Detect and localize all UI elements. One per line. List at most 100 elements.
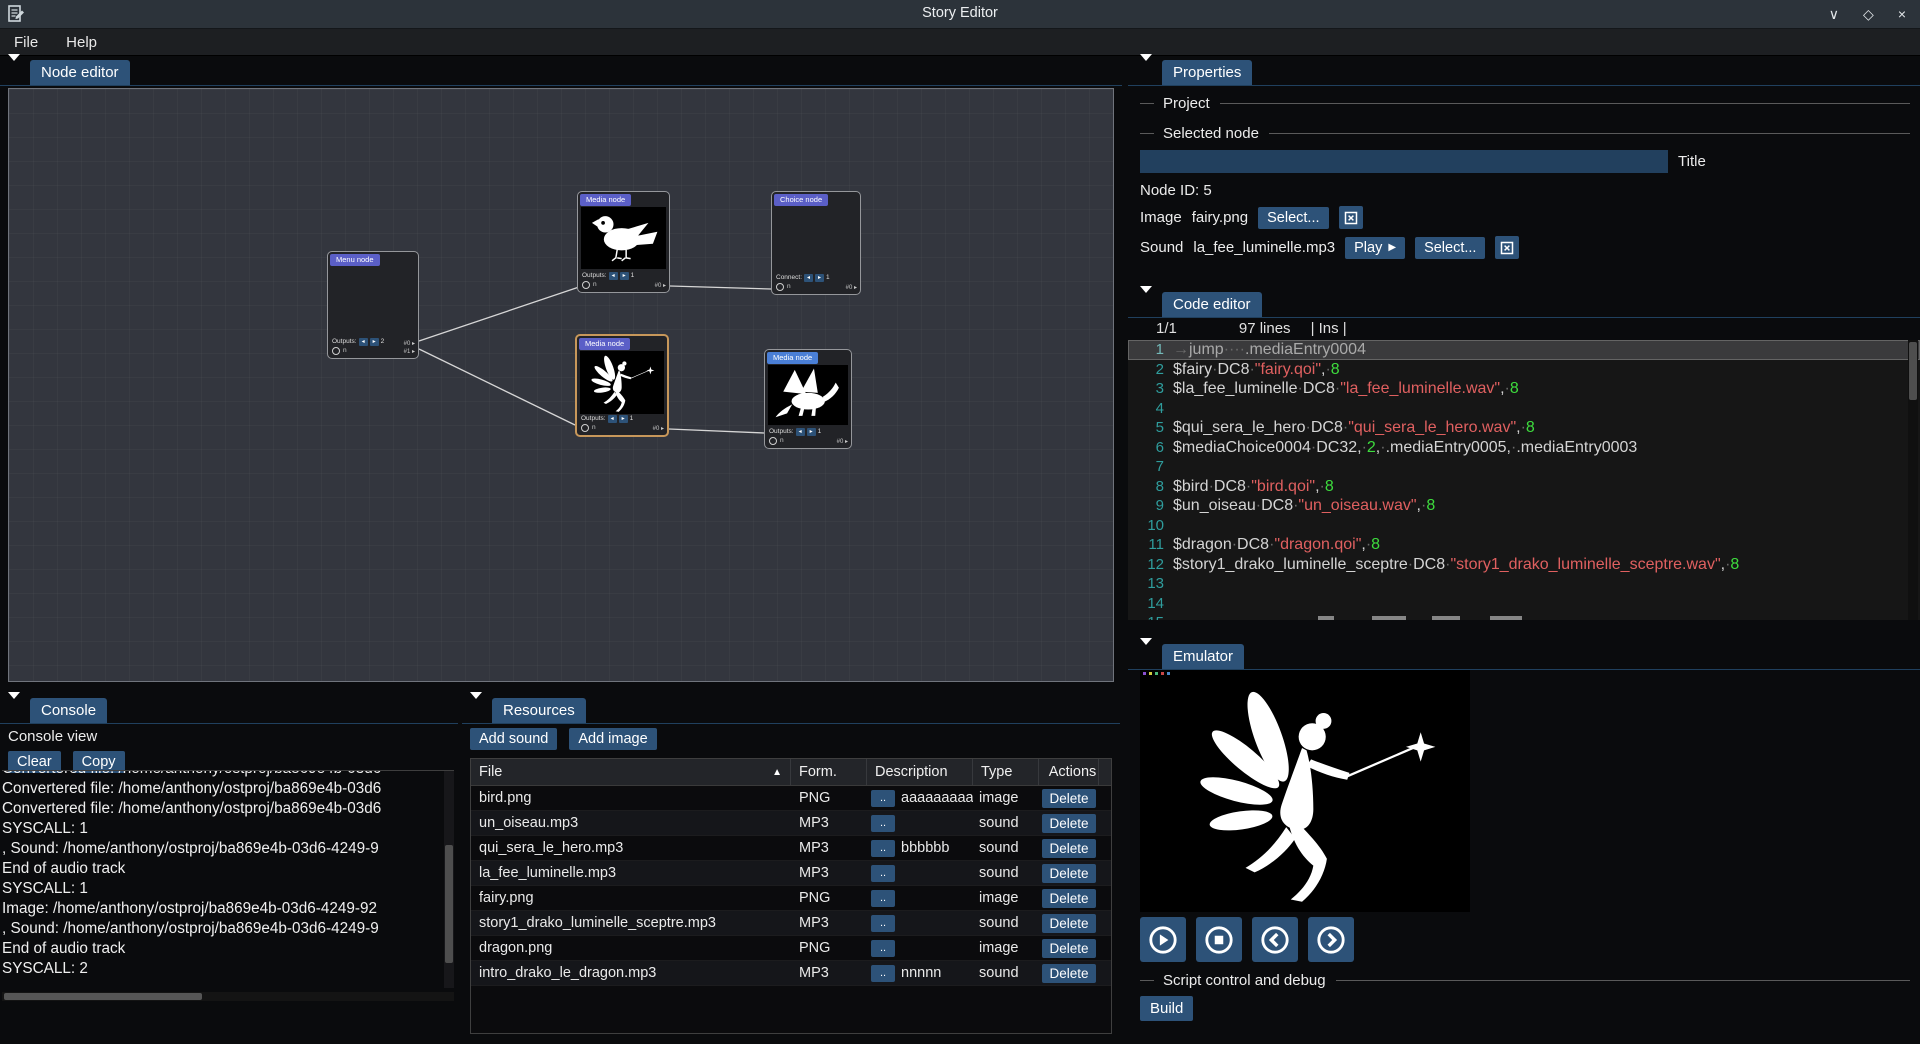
delete-button[interactable]: Delete — [1042, 914, 1095, 933]
resource-row[interactable]: la_fee_luminelle.mp3MP3..soundDelete — [471, 861, 1111, 886]
media-node-fairy[interactable]: Media nodeOutputs:◂▸1n#0 ▸ — [575, 334, 669, 437]
image-clear-button[interactable] — [1339, 206, 1363, 229]
edit-description-button[interactable]: .. — [871, 940, 895, 957]
code-line[interactable]: 1→jump····.mediaEntry0004 — [1128, 340, 1920, 360]
output-pin[interactable]: #0 ▸ — [837, 438, 848, 446]
choice-node[interactable]: Choice nodeConnect:◂▸1n#0 ▸ — [771, 191, 861, 295]
column-header-form[interactable]: Form. — [791, 759, 867, 785]
tab-code-editor[interactable]: Code editor — [1162, 292, 1262, 318]
output-pin[interactable]: #0 ▸ — [655, 282, 666, 290]
collapse-icon[interactable] — [1140, 645, 1153, 663]
code-line[interactable]: 13 — [1128, 574, 1920, 594]
column-header-description[interactable]: Description — [867, 759, 973, 785]
code-line[interactable]: 9$un_oiseau·DC8·"un_oiseau.wav",·8 — [1128, 496, 1920, 516]
output-pin[interactable]: #1 ▸ — [404, 348, 415, 356]
code-editor-scrollbar[interactable] — [1908, 340, 1918, 620]
resource-row[interactable]: intro_drako_le_dragon.mp3MP3..nnnnnsound… — [471, 961, 1111, 986]
delete-button[interactable]: Delete — [1042, 814, 1095, 833]
increment-output-button[interactable]: ▸ — [807, 428, 816, 436]
increment-output-button[interactable]: ▸ — [370, 338, 379, 346]
titlebar[interactable]: Story Editor ∨◇× — [0, 0, 1920, 29]
maximize-window-button[interactable]: ◇ — [1863, 7, 1874, 21]
edit-description-button[interactable]: .. — [871, 865, 895, 882]
code-line[interactable]: 10 — [1128, 516, 1920, 536]
loop-toggle-icon[interactable] — [332, 347, 340, 355]
delete-button[interactable]: Delete — [1042, 789, 1095, 808]
increment-output-button[interactable]: ▸ — [815, 274, 824, 282]
decrement-output-button[interactable]: ◂ — [359, 338, 368, 346]
collapse-icon[interactable] — [1140, 61, 1153, 79]
code-line[interactable]: 4 — [1128, 399, 1920, 419]
delete-button[interactable]: Delete — [1042, 839, 1095, 858]
tab-emulator[interactable]: Emulator — [1162, 644, 1244, 670]
code-line[interactable]: 15 — [1128, 613, 1920, 620]
build-button[interactable]: Build — [1140, 996, 1193, 1021]
collapse-icon[interactable] — [470, 699, 483, 717]
console-hscrollbar[interactable] — [2, 992, 454, 1001]
scrollbar-thumb[interactable] — [4, 993, 202, 1000]
tab-properties[interactable]: Properties — [1162, 60, 1252, 86]
image-select-button[interactable]: Select... — [1258, 207, 1328, 229]
sound-play-button[interactable]: Play▶ — [1345, 237, 1405, 259]
menu-item-help[interactable]: Help — [66, 34, 97, 51]
scrollbar-thumb[interactable] — [445, 845, 453, 963]
menu-node[interactable]: Menu nodeOutputs:◂▸2n#0 ▸#1 ▸ — [327, 251, 419, 359]
resource-row[interactable]: dragon.pngPNG..imageDelete — [471, 936, 1111, 961]
loop-toggle-icon[interactable] — [769, 437, 777, 445]
add-sound-button[interactable]: Add sound — [470, 728, 557, 750]
code-line[interactable]: 14 — [1128, 594, 1920, 614]
play-button[interactable] — [1140, 917, 1186, 962]
decrement-output-button[interactable]: ◂ — [609, 272, 618, 280]
node-title-input[interactable] — [1140, 150, 1668, 173]
edit-description-button[interactable]: .. — [871, 915, 895, 932]
code-line[interactable]: 2$fairy·DC8·"fairy.qoi",·8 — [1128, 360, 1920, 380]
loop-toggle-icon[interactable] — [776, 283, 784, 291]
decrement-output-button[interactable]: ◂ — [796, 428, 805, 436]
media-node-dragon[interactable]: Media nodeOutputs:◂▸1n#0 ▸ — [764, 349, 852, 449]
code-line[interactable]: 5$qui_sera_le_hero·DC8·"qui_sera_le_hero… — [1128, 418, 1920, 438]
tab-resources[interactable]: Resources — [492, 698, 586, 724]
resource-row[interactable]: bird.pngPNG..aaaaaaaaaimageDelete — [471, 786, 1111, 811]
tab-console[interactable]: Console — [30, 698, 107, 724]
tab-node-editor[interactable]: Node editor — [30, 60, 130, 86]
collapse-icon[interactable] — [8, 699, 21, 717]
increment-output-button[interactable]: ▸ — [620, 272, 629, 280]
decrement-output-button[interactable]: ◂ — [804, 274, 813, 282]
close-window-button[interactable]: × — [1898, 7, 1906, 21]
resource-row[interactable]: story1_drako_luminelle_sceptre.mp3MP3..s… — [471, 911, 1111, 936]
collapse-icon[interactable] — [1140, 293, 1153, 311]
code-line[interactable]: 3$la_fee_luminelle·DC8·"la_fee_luminelle… — [1128, 379, 1920, 399]
code-editor-area[interactable]: 1→jump····.mediaEntry00042$fairy·DC8·"fa… — [1128, 340, 1920, 620]
edit-description-button[interactable]: .. — [871, 815, 895, 832]
node-editor-canvas[interactable]: Menu nodeOutputs:◂▸2n#0 ▸#1 ▸Media nodeO… — [8, 88, 1114, 682]
edit-description-button[interactable]: .. — [871, 890, 895, 907]
delete-button[interactable]: Delete — [1042, 864, 1095, 883]
arrow-right-button[interactable] — [1308, 917, 1354, 962]
code-line[interactable]: 6$mediaChoice0004·DC32,·2,·.mediaEntry00… — [1128, 438, 1920, 458]
column-header-file[interactable]: File▲ — [471, 759, 791, 785]
menu-item-file[interactable]: File — [14, 34, 38, 51]
code-line[interactable]: 11$dragon·DC8·"dragon.qoi",·8 — [1128, 535, 1920, 555]
resource-row[interactable]: fairy.pngPNG..imageDelete — [471, 886, 1111, 911]
column-header-actions[interactable]: Actions — [1039, 759, 1099, 785]
resource-row[interactable]: un_oiseau.mp3MP3..soundDelete — [471, 811, 1111, 836]
decrement-output-button[interactable]: ◂ — [608, 415, 617, 423]
output-pin[interactable]: #0 ▸ — [846, 284, 857, 292]
console-vscrollbar[interactable] — [444, 771, 454, 988]
loop-toggle-icon[interactable] — [581, 424, 589, 432]
resource-row[interactable]: qui_sera_le_hero.mp3MP3..bbbbbbsoundDele… — [471, 836, 1111, 861]
output-pin[interactable]: #0 ▸ — [653, 425, 664, 433]
stop-button[interactable] — [1196, 917, 1242, 962]
media-node-bird[interactable]: Media nodeOutputs:◂▸1n#0 ▸ — [577, 191, 670, 293]
loop-toggle-icon[interactable] — [582, 281, 590, 289]
scrollbar-thumb[interactable] — [1909, 342, 1917, 400]
code-line[interactable]: 8$bird·DC8·"bird.qoi",·8 — [1128, 477, 1920, 497]
arrow-left-button[interactable] — [1252, 917, 1298, 962]
delete-button[interactable]: Delete — [1042, 939, 1095, 958]
code-line[interactable]: 7 — [1128, 457, 1920, 477]
edit-description-button[interactable]: .. — [871, 790, 895, 807]
delete-button[interactable]: Delete — [1042, 889, 1095, 908]
sound-clear-button[interactable] — [1495, 236, 1519, 259]
sound-select-button[interactable]: Select... — [1415, 237, 1485, 259]
edit-description-button[interactable]: .. — [871, 840, 895, 857]
